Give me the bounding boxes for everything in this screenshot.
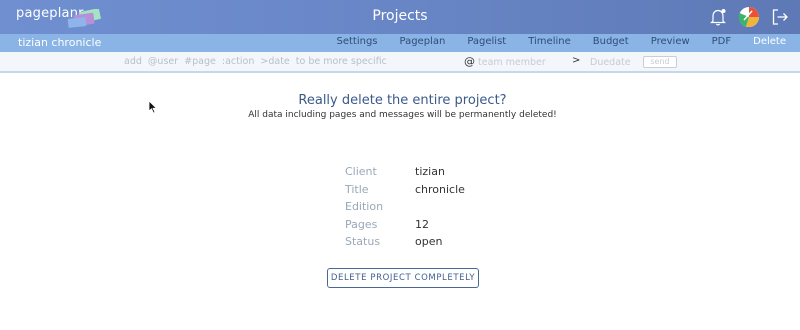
project-details: Client tizian Title chronicle Edition Pa… — [345, 163, 465, 251]
tab-delete[interactable]: Delete — [731, 36, 786, 47]
app-header: pageplanr Projects — [0, 0, 800, 34]
tab-pagelist[interactable]: Pagelist — [445, 36, 506, 47]
confirm-subtitle: All data including pages and messages wi… — [248, 110, 557, 120]
client-value: tizian — [415, 165, 445, 179]
team-member-input[interactable] — [478, 55, 562, 69]
edition-label: Edition — [345, 200, 384, 214]
tab-pdf[interactable]: PDF — [690, 36, 731, 47]
project-name: tizian chronicle — [18, 36, 102, 49]
detail-row-pages: Pages 12 — [345, 216, 465, 234]
status-label: Status — [345, 235, 381, 249]
confirm-title: Really delete the entire project? — [298, 93, 507, 108]
pages-value: 12 — [415, 217, 429, 231]
detail-row-status: Status open — [345, 233, 465, 251]
detail-row-title: Title chronicle — [345, 181, 465, 199]
duedate-input[interactable] — [590, 55, 640, 69]
command-hint[interactable]: add @user #page :action >date to be more… — [124, 56, 387, 67]
date-prefix: > — [572, 55, 581, 66]
at-sign: @ — [464, 55, 475, 68]
tab-settings[interactable]: Settings — [314, 36, 377, 47]
send-button[interactable]: send — [643, 56, 677, 68]
bell-icon[interactable] — [708, 7, 728, 27]
status-value: open — [415, 235, 443, 249]
project-nav: tizian chronicle Settings Pageplan Pagel… — [0, 34, 800, 52]
tab-budget[interactable]: Budget — [571, 36, 629, 47]
tab-pageplan[interactable]: Pageplan — [378, 36, 446, 47]
title-label: Title — [345, 182, 369, 196]
detail-row-edition: Edition — [345, 198, 465, 216]
tab-preview[interactable]: Preview — [629, 36, 690, 47]
pages-label: Pages — [345, 217, 378, 231]
page-title: Projects — [372, 8, 428, 24]
client-label: Client — [345, 165, 377, 179]
title-value: chronicle — [415, 182, 465, 196]
tab-timeline[interactable]: Timeline — [506, 36, 571, 47]
command-bar: add @user #page :action >date to be more… — [0, 52, 800, 73]
delete-project-button[interactable]: DELETE PROJECT COMPLETELY — [327, 268, 479, 288]
user-avatar-icon[interactable] — [738, 6, 760, 28]
detail-row-client: Client tizian — [345, 163, 465, 181]
logout-icon[interactable] — [770, 7, 790, 27]
